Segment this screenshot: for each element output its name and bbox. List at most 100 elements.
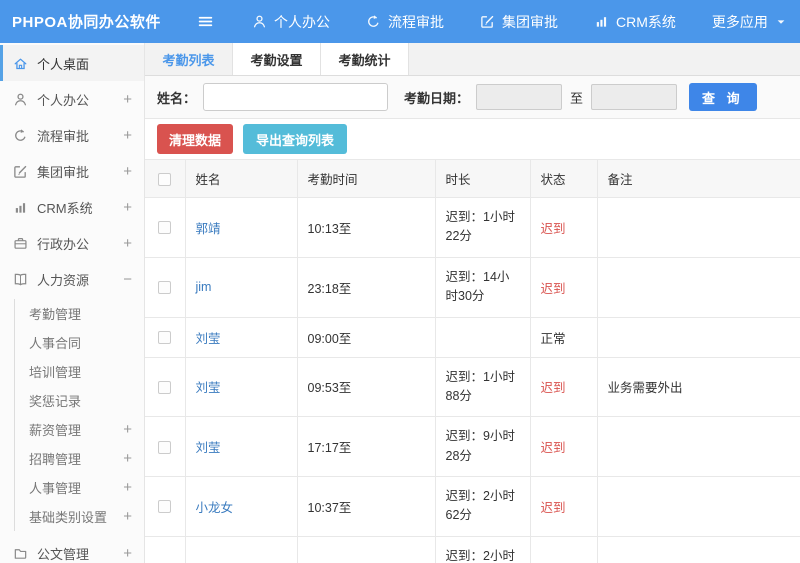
row-checkbox[interactable] xyxy=(158,380,172,394)
row-checkbox[interactable] xyxy=(158,440,172,454)
sidebar-item-label: 人力资源 xyxy=(37,272,90,288)
topnav-item[interactable]: 流程审批 xyxy=(366,12,444,32)
sidebar-item-label: 行政办公 xyxy=(37,236,90,252)
name-input[interactable] xyxy=(203,83,389,111)
sidebar-subitem[interactable]: 人事管理 + xyxy=(15,473,144,502)
row-select-cell xyxy=(145,416,186,477)
duration-cell: 迟到：1小时22分 xyxy=(434,197,531,258)
export-list-button[interactable]: 导出查询列表 xyxy=(243,124,348,154)
column-header: 备注 xyxy=(596,159,800,198)
duration-cell: 迟到：2小时62分 xyxy=(434,476,531,537)
status-cell: 迟到 xyxy=(529,197,598,258)
topnav-item[interactable]: 个人办公 xyxy=(252,12,330,32)
status-badge: 迟到 xyxy=(540,281,566,296)
sidebar-item-label: 流程审批 xyxy=(37,128,90,144)
sidebar-item[interactable]: 人力资源 − xyxy=(0,261,144,297)
row-checkbox[interactable] xyxy=(158,221,172,235)
query-button[interactable]: 查 询 xyxy=(689,83,757,111)
row-checkbox[interactable] xyxy=(158,281,172,295)
duration-line: 迟到：14小时30分 xyxy=(445,269,510,304)
employee-name-link[interactable]: 小龙女 xyxy=(196,501,234,515)
name-cell: 刘莹 xyxy=(184,416,298,477)
user-icon xyxy=(13,92,28,107)
sidebar-item-label: 公文管理 xyxy=(37,546,90,562)
duration-line: 迟到：1小时22分 xyxy=(445,210,515,244)
duration-line: 迟到：2小时62分 xyxy=(445,489,515,523)
tab-inactive[interactable]: 考勤设置 xyxy=(233,43,321,75)
sidebar-item[interactable]: 公文管理 + xyxy=(0,535,144,563)
table-row: 刘莹 17:17至 迟到：9小时28分 迟到 xyxy=(145,416,800,477)
status-badge: 迟到 xyxy=(540,221,566,236)
date-start-input[interactable] xyxy=(476,84,563,110)
clean-data-button[interactable]: 清理数据 xyxy=(157,124,234,154)
expander-icon[interactable]: + xyxy=(123,92,132,107)
duration-cell: 迟到：1小时88分 xyxy=(434,356,531,418)
sidebar-subitem[interactable]: 招聘管理 + xyxy=(15,444,144,473)
expander-icon[interactable]: + xyxy=(123,422,132,437)
workflow-icon xyxy=(13,128,28,143)
expander-icon[interactable]: + xyxy=(123,480,132,495)
sidebar-subitem[interactable]: 考勤管理 xyxy=(15,299,144,328)
time-cell: 09:53至 xyxy=(296,356,436,418)
column-header: 时长 xyxy=(434,159,531,198)
column-header: 考勤时间 xyxy=(296,159,436,198)
remark-cell xyxy=(596,197,800,258)
duration-line: 迟到：9小时28分 xyxy=(445,429,515,463)
sidebar-item[interactable]: 个人桌面 xyxy=(0,45,144,81)
sidebar-item-label: 个人桌面 xyxy=(37,56,90,72)
sidebar-item[interactable]: 集团审批 + xyxy=(0,153,144,189)
name-cell: 刘莹 xyxy=(184,356,298,418)
topnav-item-label: CRM系统 xyxy=(616,13,676,30)
expander-icon[interactable]: − xyxy=(123,272,132,287)
employee-name-link[interactable]: 刘莹 xyxy=(196,441,221,455)
briefcase-icon xyxy=(13,236,28,251)
date-end-input[interactable] xyxy=(591,84,678,110)
employee-name-link[interactable]: 刘莹 xyxy=(196,332,221,346)
sidebar-item[interactable]: 行政办公 + xyxy=(0,225,144,261)
row-checkbox[interactable] xyxy=(158,500,172,514)
sidebar-subitem[interactable]: 人事合同 xyxy=(15,328,144,357)
topnav-item[interactable]: 集团审批 xyxy=(480,12,558,32)
name-cell: 刘莹 xyxy=(184,316,298,358)
expander-icon[interactable]: + xyxy=(123,200,132,215)
sidebar-item[interactable]: CRM系统 + xyxy=(0,189,144,225)
sidebar-item[interactable]: 流程审批 + xyxy=(0,117,144,153)
sidebar-subitem-label: 基础类别设置 xyxy=(29,510,108,525)
expander-icon[interactable]: + xyxy=(123,164,132,179)
expander-icon[interactable]: + xyxy=(123,128,132,143)
tab-label: 考勤列表 xyxy=(162,52,215,68)
actions-bar: 清理数据 导出查询列表 xyxy=(145,119,800,159)
tab-inactive[interactable]: 考勤统计 xyxy=(321,43,409,75)
expander-icon[interactable]: + xyxy=(123,509,132,524)
sidebar-subitem[interactable]: 基础类别设置 + xyxy=(15,502,144,531)
status-badge: 迟到 xyxy=(540,500,566,515)
row-select-cell xyxy=(145,356,186,418)
expander-icon[interactable]: + xyxy=(123,546,132,561)
hamburger-icon[interactable] xyxy=(197,13,214,30)
table-row: jim 23:18至 迟到：14小时30分 迟到 xyxy=(145,256,800,318)
expander-icon[interactable]: + xyxy=(123,451,132,466)
book-icon xyxy=(13,272,28,287)
sidebar-subitem[interactable]: 奖惩记录 xyxy=(15,386,144,415)
status-badge: 迟到 xyxy=(540,381,566,396)
time-cell: 09:00至 xyxy=(296,316,436,358)
topnav-item[interactable]: CRM系统 xyxy=(594,12,676,32)
employee-name-link[interactable]: jim xyxy=(196,280,212,294)
tab-active[interactable]: 考勤列表 xyxy=(145,43,233,75)
expander-icon[interactable]: + xyxy=(123,236,132,251)
employee-name-link[interactable]: 郭靖 xyxy=(196,222,221,236)
sidebar-item[interactable]: 个人办公 + xyxy=(0,81,144,117)
row-select-cell xyxy=(145,256,186,318)
sidebar-subitem[interactable]: 薪资管理 + xyxy=(15,415,144,444)
status-cell: 迟到 xyxy=(529,476,598,537)
edit-icon xyxy=(13,164,28,179)
row-checkbox[interactable] xyxy=(158,331,172,345)
duration-line: 迟到：1小时88分 xyxy=(445,369,515,403)
search-bar: 姓名： 考勤日期： 至 查 询 xyxy=(145,76,800,119)
remark-cell: 1111 xyxy=(596,535,800,563)
topnav-item[interactable]: 更多应用 xyxy=(712,12,787,32)
sidebar-item-label: CRM系统 xyxy=(37,200,93,216)
employee-name-link[interactable]: 刘莹 xyxy=(196,381,221,395)
sidebar-subitem[interactable]: 培训管理 xyxy=(15,357,144,386)
select-all-checkbox[interactable] xyxy=(158,172,172,186)
